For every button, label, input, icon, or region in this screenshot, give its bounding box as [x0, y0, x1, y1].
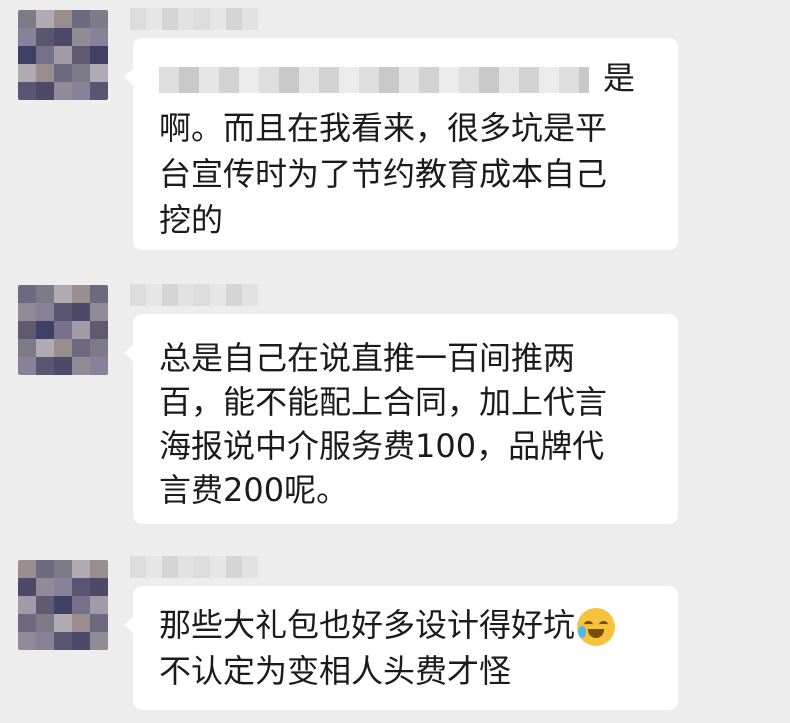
message-line: 总是自己在说直推一百间推两 [159, 339, 576, 377]
avatar-pixel [36, 82, 54, 100]
avatar-pixel [36, 285, 54, 303]
avatar-pixel [72, 10, 90, 28]
avatar-pixel [18, 46, 36, 64]
avatar-pixel [90, 614, 108, 632]
avatar-pixel [36, 321, 54, 339]
avatar-pixel [90, 578, 108, 596]
avatar-pixel [72, 357, 90, 375]
avatar[interactable] [18, 285, 108, 375]
avatar-pixel [72, 578, 90, 596]
avatar-pixel [90, 339, 108, 357]
avatar-pixel [54, 357, 72, 375]
message-line: 海报说中介服务费100，品牌代 [159, 427, 605, 465]
avatar-pixel [36, 46, 54, 64]
avatar-pixel [36, 357, 54, 375]
avatar-pixel [90, 632, 108, 650]
avatar-pixel [90, 596, 108, 614]
sender-name-redacted [130, 8, 258, 30]
avatar-pixel [72, 560, 90, 578]
avatar-pixel [18, 339, 36, 357]
avatar-pixel [90, 357, 108, 375]
avatar-pixel [18, 578, 36, 596]
avatar-pixel [54, 578, 72, 596]
message-bubble[interactable]: 总是自己在说直推一百间推两 百，能不能配上合同，加上代言 海报说中介服务费100… [124, 314, 678, 524]
avatar-pixel [90, 28, 108, 46]
avatar-pixel [18, 632, 36, 650]
avatar-pixel [72, 28, 90, 46]
redacted-text [159, 67, 589, 93]
avatar-pixel [54, 64, 72, 82]
avatar-pixel [72, 339, 90, 357]
message-line: 台宣传时为了节约教育成本自己 [159, 155, 608, 193]
avatar-pixel [54, 596, 72, 614]
avatar[interactable] [18, 10, 108, 100]
avatar-pixel [90, 64, 108, 82]
avatar-pixel [36, 596, 54, 614]
avatar-pixel [54, 614, 72, 632]
avatar-pixel [18, 10, 36, 28]
avatar-pixel [90, 46, 108, 64]
avatar-pixel [18, 303, 36, 321]
message-line: 挖的 [159, 201, 224, 239]
avatar-pixel [90, 285, 108, 303]
avatar-pixel [36, 339, 54, 357]
message-line: 百，能不能配上合同，加上代言 [159, 383, 608, 421]
avatar-pixel [72, 614, 90, 632]
message-bubble[interactable]: 是 啊。而且在我看来，很多坑是平 台宣传时为了节约教育成本自己 挖的 [124, 38, 678, 250]
avatar-pixel [54, 303, 72, 321]
avatar-pixel [54, 339, 72, 357]
avatar-pixel [36, 303, 54, 321]
avatar-pixel [54, 28, 72, 46]
avatar[interactable] [18, 560, 108, 650]
sender-name-redacted [130, 556, 258, 578]
message-line: 言费200呢。 [159, 471, 349, 509]
avatar-pixel [72, 596, 90, 614]
avatar-pixel [36, 578, 54, 596]
avatar-pixel [54, 10, 72, 28]
avatar-pixel [72, 285, 90, 303]
avatar-pixel [18, 596, 36, 614]
avatar-pixel [54, 46, 72, 64]
avatar-pixel [54, 560, 72, 578]
avatar-pixel [18, 357, 36, 375]
avatar-pixel [18, 560, 36, 578]
avatar-pixel [18, 64, 36, 82]
message-line: 是 [159, 62, 656, 94]
avatar-pixel [36, 28, 54, 46]
face-with-tears-of-joy-icon [577, 608, 616, 646]
sender-name-redacted [130, 284, 258, 306]
avatar-pixel [18, 82, 36, 100]
avatar-pixel [54, 285, 72, 303]
avatar-pixel [36, 10, 54, 28]
avatar-pixel [54, 321, 72, 339]
avatar-pixel [54, 632, 72, 650]
avatar-pixel [36, 560, 54, 578]
avatar-pixel [54, 82, 72, 100]
avatar-pixel [72, 303, 90, 321]
avatar-pixel [36, 614, 54, 632]
avatar-pixel [18, 28, 36, 46]
avatar-pixel [36, 64, 54, 82]
avatar-pixel [36, 632, 54, 650]
avatar-pixel [72, 82, 90, 100]
avatar-pixel [90, 303, 108, 321]
avatar-pixel [90, 321, 108, 339]
avatar-pixel [72, 632, 90, 650]
avatar-pixel [90, 560, 108, 578]
message-line: 那些大礼包也好多设计得好坑 [159, 602, 656, 648]
avatar-pixel [18, 614, 36, 632]
avatar-pixel [90, 10, 108, 28]
avatar-pixel [18, 321, 36, 339]
avatar-pixel [90, 82, 108, 100]
message-bubble[interactable]: 那些大礼包也好多设计得好坑 不认定为变相人头费才怪 [124, 586, 678, 710]
message-line: 不认定为变相人头费才怪 [159, 652, 512, 690]
avatar-pixel [72, 46, 90, 64]
avatar-pixel [72, 321, 90, 339]
avatar-pixel [72, 64, 90, 82]
avatar-pixel [18, 285, 36, 303]
